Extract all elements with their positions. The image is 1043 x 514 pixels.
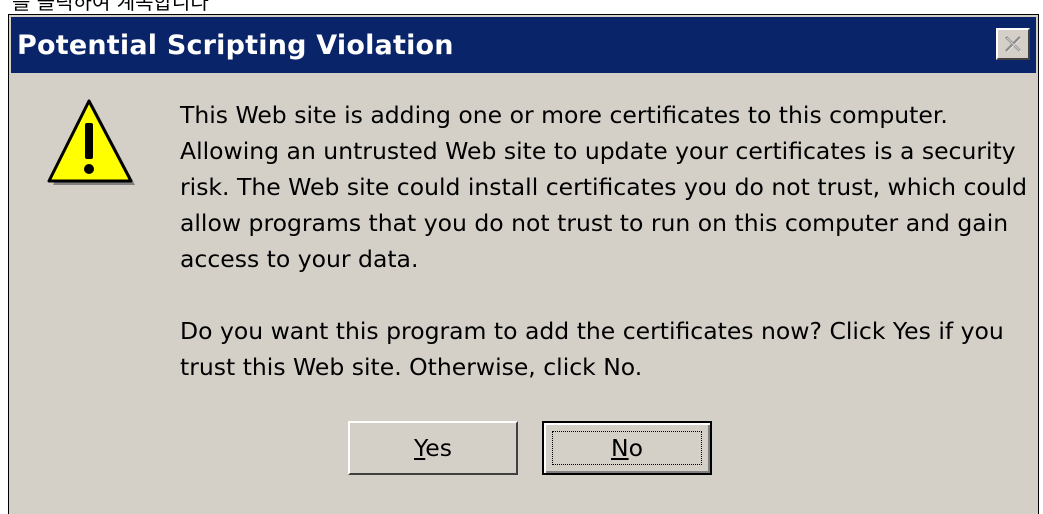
potential-scripting-violation-dialog: Potential Scripting Violation This Web s… <box>8 14 1039 514</box>
no-button[interactable]: No <box>542 421 712 475</box>
message-paragraph-warning: This Web site is adding one or more cert… <box>180 101 1028 273</box>
background-caption: 를 클릭하여 계속합니다 <box>12 0 209 14</box>
warning-icon <box>47 99 135 185</box>
yes-label-rest: es <box>425 434 452 462</box>
message-paragraph-question: Do you want this program to add the cert… <box>180 317 1004 381</box>
yes-accelerator: Y <box>414 434 426 462</box>
dialog-titlebar[interactable]: Potential Scripting Violation <box>11 17 1036 73</box>
yes-button[interactable]: Yes <box>348 421 518 475</box>
dialog-title: Potential Scripting Violation <box>17 29 454 61</box>
no-label-rest: o <box>628 434 643 462</box>
yes-button-label: Yes <box>414 434 452 462</box>
no-button-label: No <box>611 434 643 462</box>
close-icon <box>1005 36 1022 53</box>
dialog-message: This Web site is adding one or more cert… <box>180 97 1030 385</box>
no-accelerator: N <box>611 434 629 462</box>
close-button[interactable] <box>996 28 1030 60</box>
